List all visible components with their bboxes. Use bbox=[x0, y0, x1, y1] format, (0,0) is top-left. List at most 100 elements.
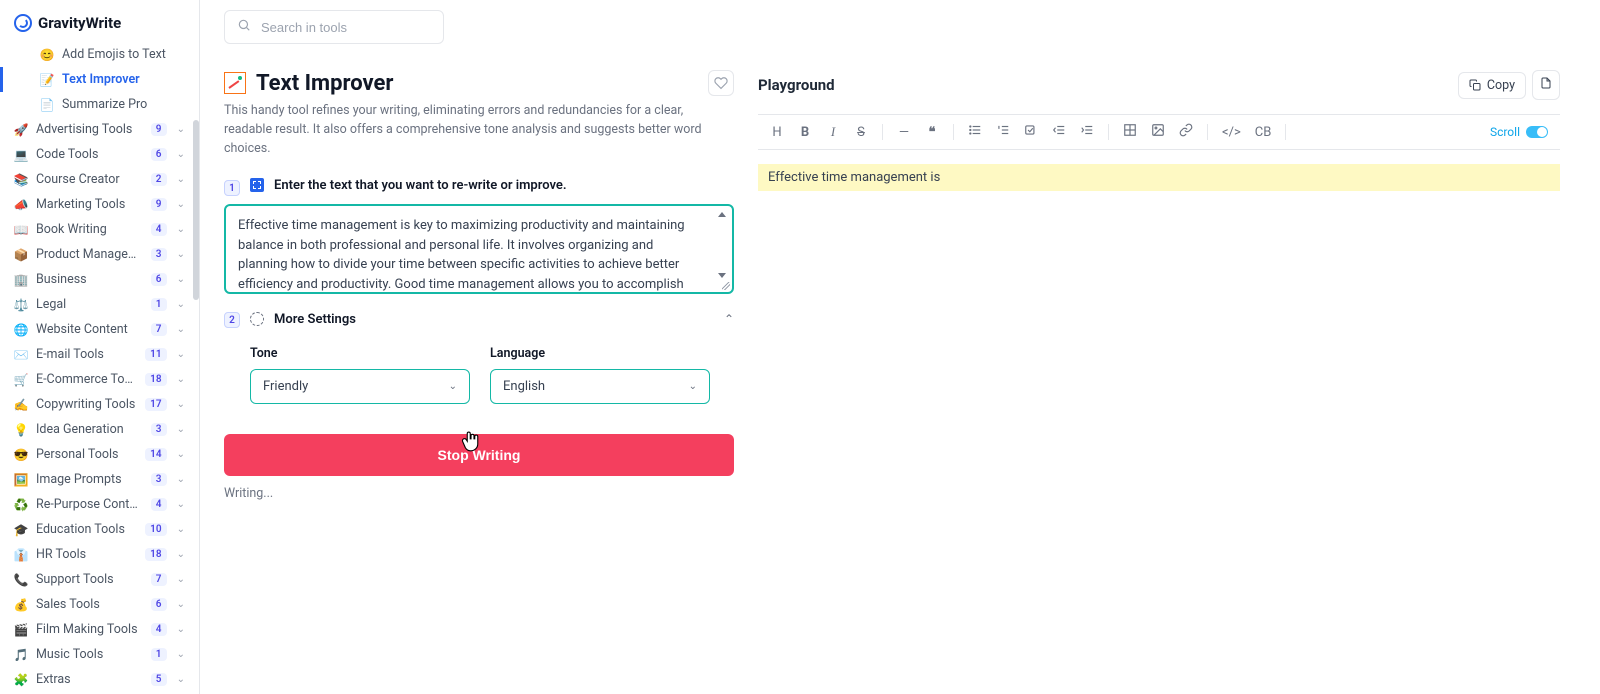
category-icon: 🎓 bbox=[14, 523, 28, 537]
bold-button[interactable]: B bbox=[798, 125, 812, 140]
unordered-list-button[interactable] bbox=[968, 123, 982, 141]
sidebar-item-label: Copywriting Tools bbox=[36, 397, 137, 412]
sidebar-item-label: Text Improver bbox=[62, 72, 140, 87]
topbar bbox=[200, 0, 1600, 54]
search-input[interactable] bbox=[261, 20, 431, 35]
text-input-icon bbox=[250, 178, 264, 192]
tool-icon bbox=[224, 72, 246, 94]
count-badge: 4 bbox=[151, 498, 167, 511]
category-icon: 🖼️ bbox=[14, 473, 28, 487]
ordered-list-button[interactable] bbox=[996, 123, 1010, 141]
category-icon: 📞 bbox=[14, 573, 28, 587]
sidebar-category[interactable]: 🌐Website Content7⌄ bbox=[6, 317, 193, 342]
scroll-toggle[interactable]: Scroll bbox=[1490, 125, 1548, 139]
sidebar-category[interactable]: 🎵Music Tools1⌄ bbox=[6, 642, 193, 667]
file-icon bbox=[1540, 76, 1552, 90]
tone-select[interactable]: Friendly ⌄ bbox=[250, 369, 470, 404]
strikethrough-button[interactable]: S bbox=[854, 125, 868, 140]
quote-button[interactable]: ❝ bbox=[925, 125, 939, 140]
favorite-button[interactable] bbox=[708, 70, 734, 96]
sidebar-subitem[interactable]: 😊Add Emojis to Text bbox=[6, 42, 193, 67]
language-select[interactable]: English ⌄ bbox=[490, 369, 710, 404]
chevron-down-icon: ⌄ bbox=[177, 149, 185, 160]
heading-button[interactable]: H bbox=[770, 125, 784, 140]
scroll-label: Scroll bbox=[1490, 125, 1520, 139]
chevron-down-icon: ⌄ bbox=[177, 649, 185, 660]
sidebar-category[interactable]: ✍️Copywriting Tools17⌄ bbox=[6, 392, 193, 417]
category-icon: 🌐 bbox=[14, 323, 28, 337]
step-1-badge: 1 bbox=[224, 180, 240, 196]
table-button[interactable] bbox=[1123, 123, 1137, 141]
output-highlighted-text: Effective time management is bbox=[758, 164, 1560, 191]
sidebar-item-label: Image Prompts bbox=[36, 472, 143, 487]
sidebar-category[interactable]: 🖼️Image Prompts3⌄ bbox=[6, 467, 193, 492]
checklist-button[interactable] bbox=[1024, 123, 1038, 141]
sidebar-item-label: E-Commerce Tools bbox=[36, 372, 137, 387]
input-text-value: Effective time management is key to maxi… bbox=[238, 218, 685, 292]
sidebar-item-label: Marketing Tools bbox=[36, 197, 143, 212]
tone-value: Friendly bbox=[263, 379, 308, 394]
count-badge: 11 bbox=[145, 348, 166, 361]
copy-icon bbox=[1469, 79, 1481, 91]
tool-item-icon: 📄 bbox=[40, 98, 54, 112]
brand-logo[interactable]: GravityWrite bbox=[0, 0, 199, 42]
export-button[interactable] bbox=[1532, 70, 1560, 100]
sidebar-item-label: Re-Purpose Content bbox=[36, 497, 143, 512]
textarea-resize-handle[interactable] bbox=[722, 282, 730, 290]
count-badge: 4 bbox=[151, 623, 167, 636]
sidebar-category[interactable]: ✉️E-mail Tools11⌄ bbox=[6, 342, 193, 367]
code-button[interactable]: </> bbox=[1222, 125, 1241, 140]
sidebar-subitem[interactable]: 📄 Summarize Pro bbox=[6, 92, 193, 117]
sidebar-item-label: Summarize Pro bbox=[62, 97, 147, 112]
sidebar-category[interactable]: 💻Code Tools6⌄ bbox=[6, 142, 193, 167]
count-badge: 1 bbox=[151, 298, 167, 311]
sidebar-scrollbar[interactable] bbox=[193, 40, 199, 680]
italic-button[interactable]: I bbox=[826, 124, 840, 140]
codeblock-button[interactable]: CB bbox=[1255, 125, 1272, 140]
link-button[interactable] bbox=[1179, 123, 1193, 141]
sidebar-category[interactable]: 📞Support Tools7⌄ bbox=[6, 567, 193, 592]
stop-writing-button[interactable]: Stop Writing bbox=[224, 434, 734, 476]
count-badge: 2 bbox=[151, 173, 167, 186]
sidebar-category[interactable]: 🚀Advertising Tools9⌄ bbox=[6, 117, 193, 142]
outdent-button[interactable] bbox=[1052, 123, 1066, 141]
sidebar-category[interactable]: ♻️Re-Purpose Content4⌄ bbox=[6, 492, 193, 517]
chevron-down-icon: ⌄ bbox=[177, 374, 185, 385]
sidebar-item-label: Idea Generation bbox=[36, 422, 143, 437]
sidebar-category[interactable]: 👔HR Tools18⌄ bbox=[6, 542, 193, 567]
sidebar-category[interactable]: 🧩Extras5⌄ bbox=[6, 667, 193, 692]
textarea-scrollbar[interactable] bbox=[718, 212, 728, 290]
chevron-down-icon: ⌄ bbox=[177, 249, 185, 260]
image-button[interactable] bbox=[1151, 123, 1165, 141]
output-area[interactable]: Effective time management is bbox=[758, 164, 1560, 191]
sidebar-category[interactable]: 📦Product Management3⌄ bbox=[6, 242, 193, 267]
category-icon: 💻 bbox=[14, 148, 28, 162]
sidebar-category[interactable]: 🎬Film Making Tools4⌄ bbox=[6, 617, 193, 642]
sidebar-category[interactable]: 📖Book Writing4⌄ bbox=[6, 217, 193, 242]
category-icon: 🚀 bbox=[14, 123, 28, 137]
count-badge: 3 bbox=[151, 473, 167, 486]
language-label: Language bbox=[490, 346, 710, 361]
search-box[interactable] bbox=[224, 10, 444, 44]
sidebar-category[interactable]: 📚Course Creator2⌄ bbox=[6, 167, 193, 192]
chevron-down-icon: ⌄ bbox=[177, 299, 185, 310]
sidebar-category[interactable]: 🛒E-Commerce Tools18⌄ bbox=[6, 367, 193, 392]
sidebar-category[interactable]: 📣Marketing Tools9⌄ bbox=[6, 192, 193, 217]
input-text-area[interactable]: Effective time management is key to maxi… bbox=[224, 204, 734, 294]
sidebar-category[interactable]: 💡Idea Generation3⌄ bbox=[6, 417, 193, 442]
copy-button[interactable]: Copy bbox=[1458, 72, 1526, 99]
copy-label: Copy bbox=[1487, 78, 1515, 93]
sidebar-category[interactable]: 🏢Business6⌄ bbox=[6, 267, 193, 292]
sidebar-category[interactable]: 💰Sales Tools6⌄ bbox=[6, 592, 193, 617]
category-icon: 💰 bbox=[14, 598, 28, 612]
hr-button[interactable]: — bbox=[897, 125, 911, 140]
sidebar-category[interactable]: ⚖️Legal1⌄ bbox=[6, 292, 193, 317]
sidebar-item-label: Personal Tools bbox=[36, 447, 137, 462]
more-settings-toggle[interactable]: 2 More Settings ⌃ bbox=[224, 310, 734, 328]
sidebar-category[interactable]: 🎓Education Tools10⌄ bbox=[6, 517, 193, 542]
count-badge: 5 bbox=[151, 673, 167, 686]
indent-button[interactable] bbox=[1080, 123, 1094, 141]
sidebar-category[interactable]: 😎Personal Tools14⌄ bbox=[6, 442, 193, 467]
sidebar-subitem[interactable]: 📝Text Improver bbox=[6, 67, 193, 92]
sidebar-item-label: Add Emojis to Text bbox=[62, 47, 166, 62]
